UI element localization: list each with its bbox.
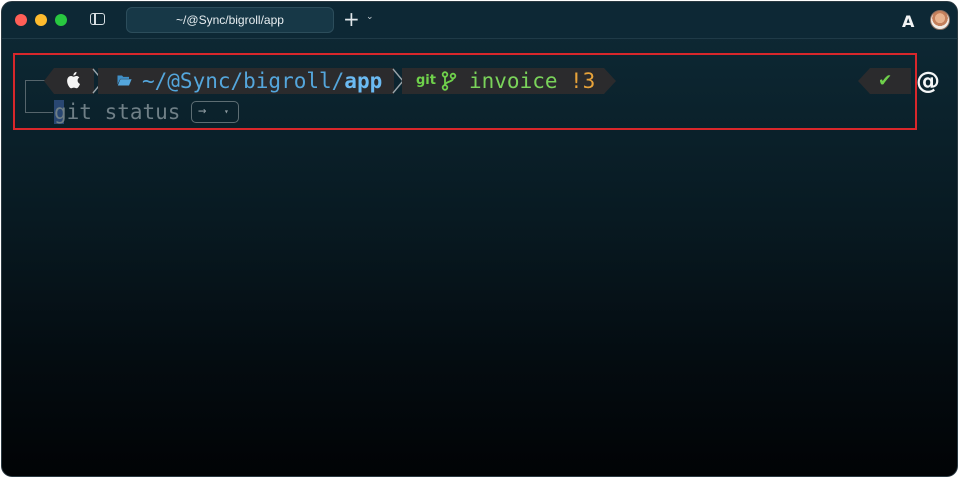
minimize-window-button[interactable] [35, 14, 47, 26]
highlight-annotation-box [13, 53, 917, 130]
close-window-button[interactable] [15, 14, 27, 26]
app-logo-icon[interactable]: A [902, 12, 914, 31]
new-tab-button[interactable]: + [343, 8, 360, 30]
avatar[interactable] [930, 10, 950, 30]
zoom-window-button[interactable] [55, 14, 67, 26]
title-bar: ~/@Sync/bigroll/app + ⌄ A [2, 2, 957, 39]
sidebar-toggle-icon[interactable] [90, 13, 105, 25]
new-tab-menu-icon[interactable]: ⌄ [366, 12, 374, 22]
at-sign-icon: @ [916, 67, 940, 95]
tab-current[interactable]: ~/@Sync/bigroll/app [126, 7, 334, 33]
tab-title: ~/@Sync/bigroll/app [176, 13, 284, 27]
